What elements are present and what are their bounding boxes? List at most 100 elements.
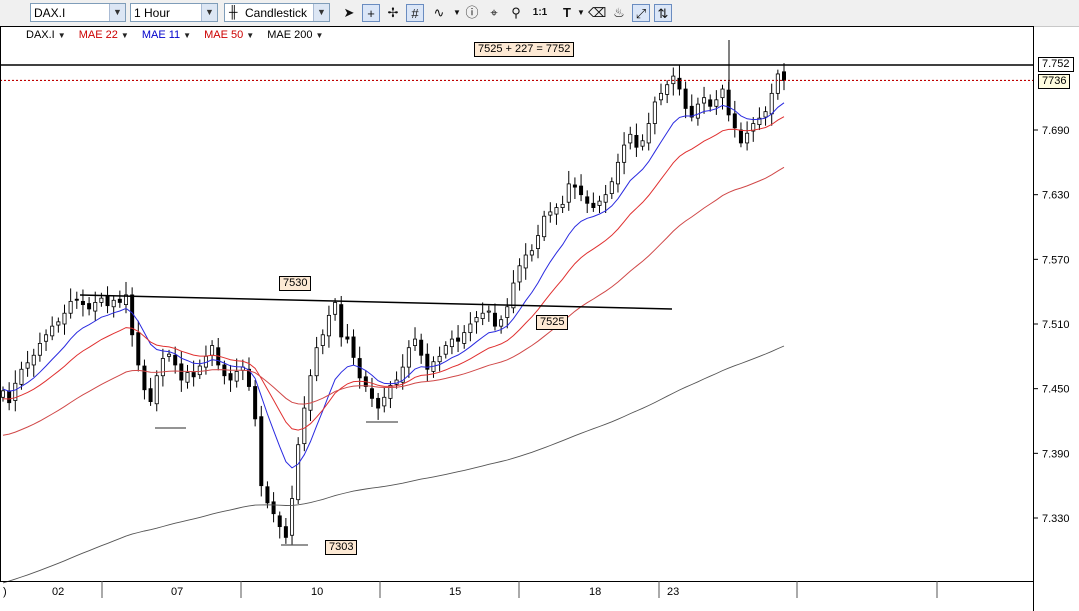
extend-icon[interactable]: ⇅ [654, 4, 672, 22]
grid-icon[interactable]: # [406, 4, 424, 22]
wave-icon[interactable]: ∿ [430, 4, 448, 22]
y-tick-label: 7.330 [1042, 513, 1070, 525]
drawings [0, 40, 1033, 546]
symbol-select[interactable]: DAX.I ▼ [30, 3, 126, 22]
x-tick-label: ) [3, 586, 7, 598]
candle-body [560, 203, 565, 209]
eraser-icon[interactable]: ⌫ [588, 4, 606, 22]
candle-body [382, 396, 387, 407]
candle-body [93, 302, 98, 312]
candle-body [406, 347, 411, 368]
candle-body [19, 368, 24, 385]
x-tick-label: 18 [589, 586, 601, 598]
candle-body [179, 363, 184, 381]
candle-body [609, 181, 614, 194]
candle-body [683, 88, 688, 109]
hline-price-label: 7.752 [1038, 57, 1074, 72]
pin-icon[interactable]: ⌖ [485, 4, 503, 22]
candle-body [345, 336, 350, 340]
candle-body [499, 319, 504, 327]
candle-body [628, 133, 633, 144]
data-cursor-icon[interactable]: ✢ [384, 4, 402, 22]
candle-body [74, 298, 79, 301]
candle-body [56, 321, 61, 326]
mae-200-line [2, 345, 785, 584]
candle-body [480, 312, 485, 320]
candle-body [105, 295, 110, 307]
x-tick-label: 02 [52, 586, 64, 598]
candle-body [167, 353, 172, 357]
scale-1-1-icon[interactable]: 1:1 [529, 4, 551, 22]
paint-icon[interactable]: ♨ [610, 4, 628, 22]
chevron-down-icon[interactable]: ▼ [313, 4, 329, 21]
candle-body [492, 312, 497, 327]
chevron-down-icon[interactable]: ▼ [109, 4, 125, 21]
info-icon[interactable]: ⓘ [463, 4, 481, 22]
x-tick-label: 23 [667, 586, 679, 598]
candle-body [271, 501, 276, 515]
y-tick-label: 7.630 [1042, 190, 1070, 202]
interval-select[interactable]: 1 Hour ▼ [130, 3, 218, 22]
candle-body [369, 388, 374, 399]
candle-body [585, 196, 590, 204]
crosshair-icon[interactable]: + [362, 4, 380, 22]
candle-body [775, 73, 780, 94]
candle-body [339, 304, 344, 338]
candle-body [351, 336, 356, 358]
candle-body [160, 358, 165, 377]
x-tick-label: 15 [449, 586, 461, 598]
candle-body [99, 297, 104, 303]
candle-body [720, 88, 725, 99]
pointer-icon[interactable]: ➤ [340, 4, 358, 22]
candle-body [511, 282, 516, 309]
symbol-value: DAX.I [34, 6, 66, 20]
chart-type-value: Candlestick [245, 6, 308, 20]
low-label: 7303 [325, 540, 358, 555]
candle-body [7, 390, 12, 404]
chart-type-select[interactable]: Candlestick ╫ ▼ [224, 3, 330, 22]
candle-body [191, 372, 196, 378]
plot-frame [0, 26, 1034, 582]
candle-body [652, 101, 657, 124]
moving-averages [2, 102, 785, 584]
x-tick-label: 07 [171, 586, 183, 598]
candle-body [419, 339, 424, 356]
candle-body [142, 365, 147, 391]
candle-body [597, 200, 602, 206]
zoom-icon[interactable]: ⚲ [507, 4, 525, 22]
candle-body [468, 323, 473, 334]
x-tick-label: 10 [311, 586, 323, 598]
resistance-label: 7530 [279, 276, 312, 291]
candle-body [320, 334, 325, 346]
candle-body [437, 355, 442, 363]
candle-body [646, 123, 651, 144]
candle-body [579, 185, 584, 196]
y-tick-label: 7.390 [1042, 448, 1070, 460]
candle-body [87, 303, 92, 310]
candle-body [314, 347, 319, 377]
target-annotation: 7525 + 227 = 7752 [474, 42, 575, 57]
candle-body [523, 254, 528, 269]
interval-value: 1 Hour [134, 6, 171, 20]
candle-body [25, 362, 30, 369]
y-tick-label: 7.510 [1042, 319, 1070, 331]
candle-body [665, 84, 670, 95]
candle-body [763, 111, 768, 118]
candle-body [148, 388, 153, 402]
candle-body [695, 103, 700, 119]
candle-body [228, 373, 233, 381]
candle-body [529, 250, 534, 256]
candle-body [486, 310, 491, 313]
trendline-icon[interactable]: ⤢ [632, 4, 650, 22]
candle-body [702, 97, 707, 104]
candle-body [210, 345, 215, 356]
candle-body [296, 444, 301, 501]
candle-body [277, 515, 282, 528]
candle-body [302, 407, 307, 445]
candle-body [462, 332, 467, 344]
candle-body [259, 416, 264, 487]
candle-body [376, 397, 381, 409]
candle-body [0, 390, 6, 398]
candle-body [50, 325, 55, 337]
chevron-down-icon[interactable]: ▼ [201, 4, 217, 21]
